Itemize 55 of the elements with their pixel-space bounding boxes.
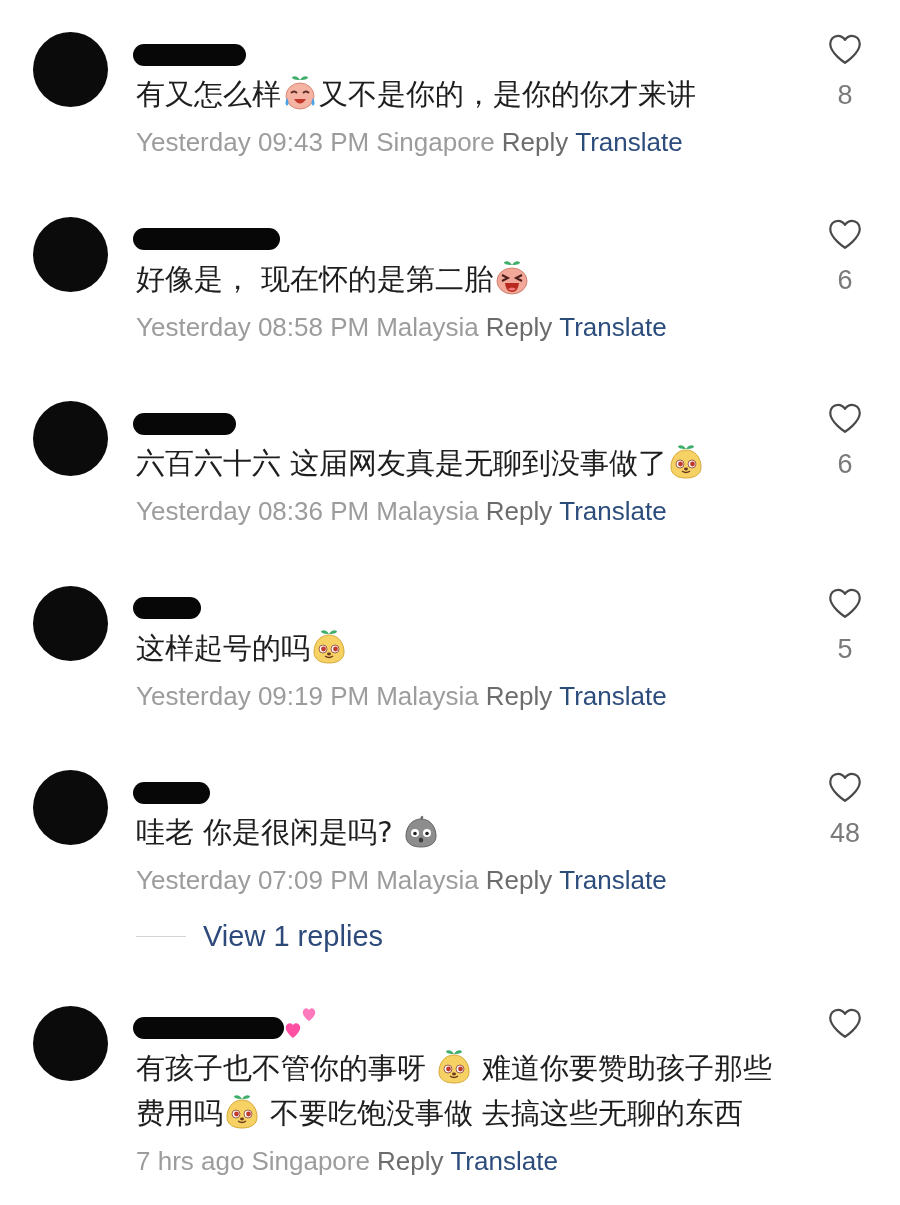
comment-time: Yesterday 08:36 PM xyxy=(136,495,370,528)
comment-location: Malaysia xyxy=(376,495,479,528)
hearts-icon xyxy=(285,1005,317,1039)
translate-link[interactable]: Translate xyxy=(559,301,667,352)
comment-location: Singapore xyxy=(376,126,495,159)
view-replies-button[interactable]: View 1 replies xyxy=(203,916,383,956)
comment-location: Malaysia xyxy=(376,679,479,713)
like-count: 48 xyxy=(829,818,860,848)
like-count: 8 xyxy=(837,80,853,110)
reply-button[interactable]: Reply xyxy=(501,117,569,167)
heart-icon[interactable] xyxy=(828,587,862,619)
crying-face-icon xyxy=(282,75,318,111)
surprised-face-icon xyxy=(402,813,439,849)
comment-time: Yesterday 08:58 PM xyxy=(136,310,370,344)
comment-time: 7 hrs ago xyxy=(136,1144,245,1178)
comment-text: 有孩子也不管你的事呀 xyxy=(136,1050,427,1085)
comment-text: 六百六十六 这届网友真是无聊到没事做了 xyxy=(136,446,668,480)
translate-link[interactable]: Translate xyxy=(450,1135,558,1186)
heart-icon[interactable] xyxy=(828,218,862,250)
redaction-bar xyxy=(133,597,201,619)
heart-icon[interactable] xyxy=(828,1007,862,1039)
like-count: 5 xyxy=(837,633,853,664)
comment-location: Malaysia xyxy=(376,864,479,897)
comment-text: 不要吃饱没事做 去搞这些无聊的东西 xyxy=(269,1095,744,1130)
comment-time: Yesterday 09:19 PM xyxy=(136,679,370,713)
comment-time: Yesterday 07:09 PM xyxy=(136,864,370,897)
comment-location: Singapore xyxy=(251,1144,370,1178)
reply-button[interactable]: Reply xyxy=(376,1135,444,1186)
translate-link[interactable]: Translate xyxy=(559,670,667,721)
comment-time: Yesterday 09:43 PM xyxy=(136,126,370,159)
comment-text: 这样起号的吗 xyxy=(136,630,310,665)
smirking-face-icon xyxy=(668,444,705,480)
reply-button[interactable]: Reply xyxy=(485,670,553,721)
like-count: 6 xyxy=(837,449,853,479)
comment-text: 有又怎么样 xyxy=(136,77,281,111)
heart-icon[interactable] xyxy=(828,34,862,65)
comment-text: 难道你要赞助孩子那些 xyxy=(481,1050,773,1085)
reply-button[interactable]: Reply xyxy=(485,301,553,352)
smirking-face-icon xyxy=(436,1048,473,1085)
smirking-face-icon xyxy=(224,1093,260,1130)
comment-text: 费用吗 xyxy=(136,1095,223,1130)
like-count: 6 xyxy=(837,264,853,295)
translate-link[interactable]: Translate xyxy=(559,486,667,536)
heart-icon[interactable] xyxy=(828,403,862,434)
translate-link[interactable]: Translate xyxy=(559,855,667,905)
reply-button[interactable]: Reply xyxy=(485,855,553,905)
comment-text: 哇老 你是很闲是吗? xyxy=(136,815,394,849)
comment-text: 好像是， 现在怀的是第二胎 xyxy=(136,261,494,296)
heart-icon[interactable] xyxy=(828,772,862,803)
comment-location: Malaysia xyxy=(376,310,479,344)
reply-button[interactable]: Reply xyxy=(485,486,553,536)
comment-text: 又不是你的，是你的你才来讲 xyxy=(319,77,696,111)
smirking-face-icon xyxy=(311,628,347,665)
laughing-face-icon xyxy=(494,259,531,296)
translate-link[interactable]: Translate xyxy=(575,117,683,167)
